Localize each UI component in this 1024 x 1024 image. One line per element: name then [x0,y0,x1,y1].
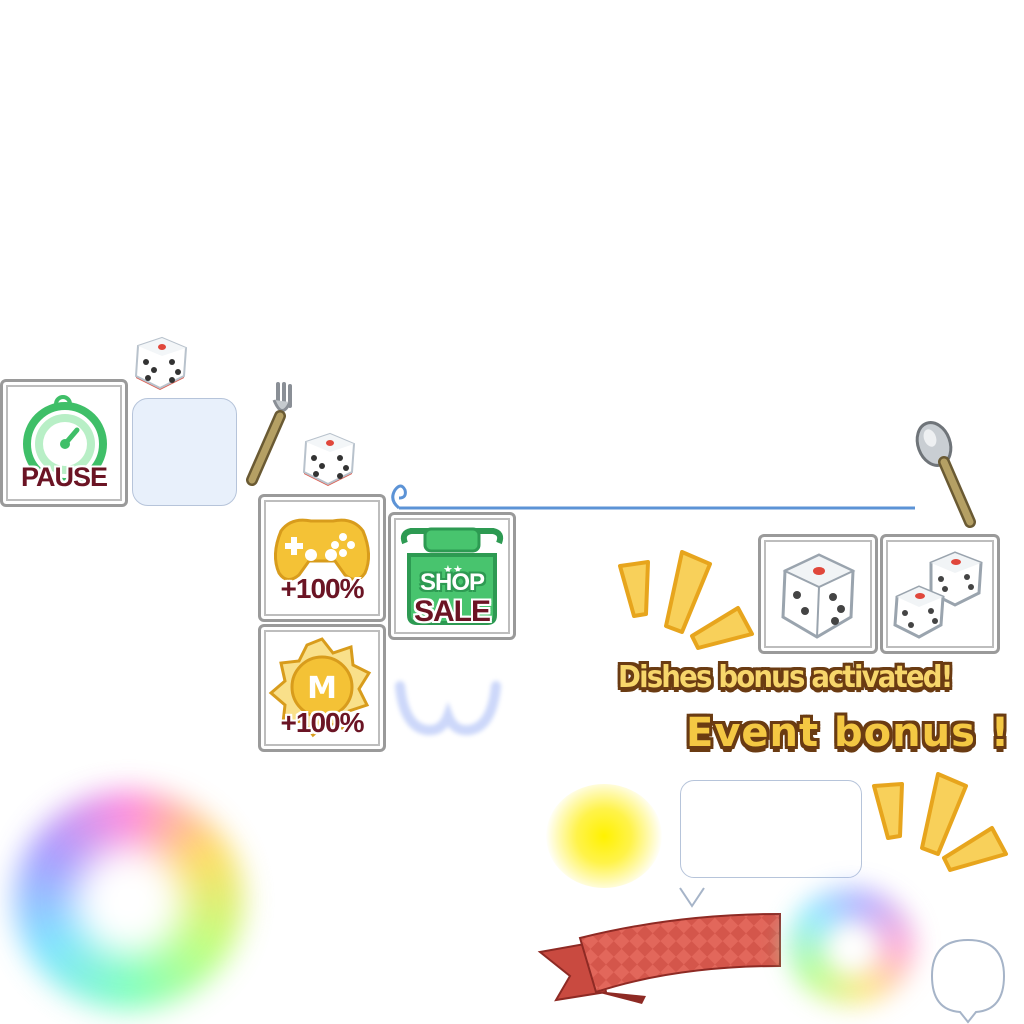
die-icon [134,336,188,390]
rainbow-glow-center [74,846,184,956]
die-icon [302,432,356,486]
game-boost-label: +100% [280,573,365,604]
pause-label: PAUSE [20,462,108,492]
dishes-bonus-text: Dishes bonus activated! [618,660,953,695]
single-die-tile[interactable] [758,534,878,654]
red-ribbon-banner [537,912,781,1004]
burst-rays-effect [872,772,1008,872]
yellow-glow-effect [546,784,662,888]
spoon-icon [915,421,976,528]
coin-boost-tile[interactable]: M +100% [258,624,386,752]
empty-speech-panel [680,780,862,878]
double-dice-tile[interactable] [880,534,1000,654]
burst-rays-effect [618,550,754,650]
two-dice-icon [893,551,983,639]
empty-slot-panel [132,398,237,506]
shop-label: SHOP [419,569,485,596]
fork-icon [246,382,292,486]
svg-text:M: M [307,671,337,706]
round-speech-bubble [930,938,1006,1024]
game-boost-tile[interactable]: +100% [258,494,386,622]
event-bonus-text: Event bonus ! [686,710,1011,756]
pause-tile[interactable]: PAUSE [0,379,128,507]
chevron-down-icon [679,887,705,908]
sale-label: SALE [413,595,491,628]
small-rainbow-glow-center [826,922,878,974]
coin-boost-label: +100% [280,707,365,738]
water-splash-effect [395,681,501,736]
die-icon [781,553,856,639]
link-line [391,484,915,510]
shop-sale-tile[interactable]: ★★ SHOP SALE [388,512,516,640]
